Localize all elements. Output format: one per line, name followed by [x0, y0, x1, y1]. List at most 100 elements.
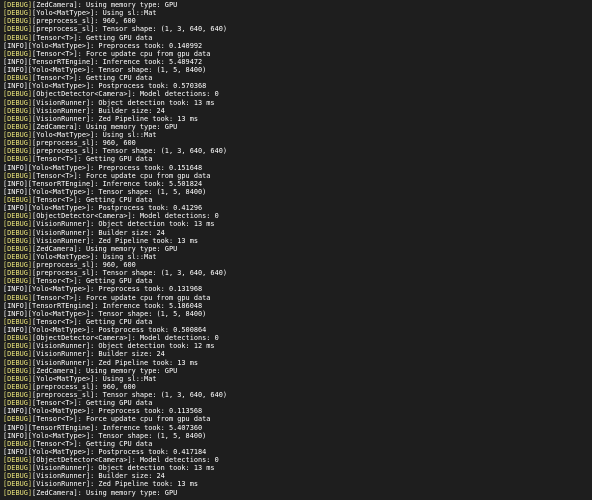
log-line: [INFO][Yolo<MatType>]: Preprocess took: … — [3, 164, 592, 172]
log-line: [INFO][Yolo<MatType>]: Postprocess took:… — [3, 82, 592, 90]
log-message: [TensorRTEngine]: Inference took: 5.4073… — [27, 423, 203, 432]
debug-level-tag: [DEBUG] — [3, 415, 33, 424]
info-level-tag: [INFO] — [3, 407, 28, 416]
log-message: [preprocess_sl]: 960, 600 — [32, 139, 136, 148]
info-level-tag: [INFO] — [3, 431, 28, 440]
terminal-output[interactable]: [DEBUG][ZedCamera]: Using memory type: G… — [0, 0, 592, 500]
debug-level-tag: [DEBUG] — [3, 139, 33, 148]
debug-level-tag: [DEBUG] — [3, 1, 33, 9]
log-message: [Tensor<T>]: Force update cpu from gpu d… — [32, 415, 211, 424]
log-line: [INFO][Yolo<MatType>]: Preprocess took: … — [3, 285, 592, 293]
debug-level-tag: [DEBUG] — [3, 25, 33, 34]
debug-level-tag: [DEBUG] — [3, 488, 33, 497]
log-line: [INFO][Yolo<MatType>]: Preprocess took: … — [3, 407, 592, 415]
debug-level-tag: [DEBUG] — [3, 472, 33, 481]
log-line: [DEBUG][Tensor<T>]: Force update cpu fro… — [3, 172, 592, 180]
debug-level-tag: [DEBUG] — [3, 114, 33, 123]
log-line: [DEBUG][VisionRunner]: Object detection … — [3, 342, 592, 350]
log-message: [ObjectDetector<Camera>]: Model detectio… — [32, 212, 219, 221]
log-message: [VisionRunner]: Zed Pipeline took: 13 ms — [32, 236, 198, 245]
log-line: [DEBUG][VisionRunner]: Builder size: 24 — [3, 107, 592, 115]
debug-level-tag: [DEBUG] — [3, 236, 33, 245]
log-line: [DEBUG][Yolo<MatType>]: Using sl::Mat — [3, 253, 592, 261]
info-level-tag: [INFO] — [3, 301, 28, 310]
log-line: [DEBUG][Tensor<T>]: Force update cpu fro… — [3, 294, 592, 302]
debug-level-tag: [DEBUG] — [3, 147, 33, 156]
log-message: [VisionRunner]: Builder size: 24 — [32, 350, 165, 359]
debug-level-tag: [DEBUG] — [3, 261, 33, 269]
debug-level-tag: [DEBUG] — [3, 98, 33, 107]
log-line: [DEBUG][VisionRunner]: Builder size: 24 — [3, 229, 592, 237]
log-message: [VisionRunner]: Object detection took: 1… — [32, 342, 215, 351]
log-line: [INFO][Yolo<MatType>]: Postprocess took:… — [3, 326, 592, 334]
log-message: [VisionRunner]: Zed Pipeline took: 13 ms — [32, 114, 198, 123]
log-line: [DEBUG][Tensor<T>]: Getting CPU data — [3, 318, 592, 326]
log-line: [DEBUG][Tensor<T>]: Getting CPU data — [3, 74, 592, 82]
log-line: [DEBUG][ZedCamera]: Using memory type: G… — [3, 123, 592, 131]
log-message: [Yolo<MatType>]: Preprocess took: 0.1135… — [27, 407, 203, 416]
log-line: [INFO][TensorRTEngine]: Inference took: … — [3, 302, 592, 310]
debug-level-tag: [DEBUG] — [3, 334, 33, 343]
info-level-tag: [INFO] — [3, 82, 28, 91]
log-line: [DEBUG][Yolo<MatType>]: Using sl::Mat — [3, 375, 592, 383]
log-message: [Yolo<MatType>]: Tensor shape: (1, 5, 84… — [27, 309, 207, 318]
log-message: [VisionRunner]: Builder size: 24 — [32, 472, 165, 481]
log-line: [INFO][Yolo<MatType>]: Tensor shape: (1,… — [3, 432, 592, 440]
log-message: [ObjectDetector<Camera>]: Model detectio… — [32, 90, 219, 99]
log-message: [preprocess_sl]: 960, 600 — [32, 382, 136, 391]
log-message: [Tensor<T>]: Getting GPU data — [32, 277, 153, 286]
log-line: [DEBUG][Yolo<MatType>]: Using sl::Mat — [3, 131, 592, 139]
log-line: [DEBUG][VisionRunner]: Zed Pipeline took… — [3, 359, 592, 367]
debug-level-tag: [DEBUG] — [3, 9, 33, 18]
debug-level-tag: [DEBUG] — [3, 317, 33, 326]
log-message: [Tensor<T>]: Getting GPU data — [32, 399, 153, 408]
log-message: [ObjectDetector<Camera>]: Model detectio… — [32, 456, 219, 464]
log-message: [ZedCamera]: Using memory type: GPU — [32, 122, 178, 131]
info-level-tag: [INFO] — [3, 326, 28, 334]
log-line: [DEBUG][Yolo<MatType>]: Using sl::Mat — [3, 9, 592, 17]
log-line: [DEBUG][Tensor<T>]: Getting CPU data — [3, 196, 592, 204]
debug-level-tag: [DEBUG] — [3, 244, 33, 253]
log-line: [INFO][TensorRTEngine]: Inference took: … — [3, 58, 592, 66]
info-level-tag: [INFO] — [3, 309, 28, 318]
log-line: [DEBUG][Tensor<T>]: Getting GPU data — [3, 399, 592, 407]
log-line: [INFO][Yolo<MatType>]: Tensor shape: (1,… — [3, 66, 592, 74]
log-line: [DEBUG][ZedCamera]: Using memory type: G… — [3, 367, 592, 375]
log-line: [DEBUG][Tensor<T>]: Force update cpu fro… — [3, 50, 592, 58]
debug-level-tag: [DEBUG] — [3, 90, 33, 99]
log-message: [Yolo<MatType>]: Using sl::Mat — [32, 9, 157, 18]
info-level-tag: [INFO] — [3, 41, 28, 50]
debug-level-tag: [DEBUG] — [3, 212, 33, 221]
log-line: [DEBUG][ZedCamera]: Using memory type: G… — [3, 245, 592, 253]
log-message: [TensorRTEngine]: Inference took: 5.1860… — [27, 301, 203, 310]
debug-level-tag: [DEBUG] — [3, 350, 33, 359]
log-message: [Yolo<MatType>]: Postprocess took: 0.417… — [27, 447, 207, 456]
log-line: [DEBUG][preprocess_sl]: 960, 600 — [3, 17, 592, 25]
log-message: [preprocess_sl]: 960, 600 — [32, 261, 136, 269]
info-level-tag: [INFO] — [3, 163, 28, 172]
debug-level-tag: [DEBUG] — [3, 196, 33, 204]
info-level-tag: [INFO] — [3, 66, 28, 74]
debug-level-tag: [DEBUG] — [3, 399, 33, 408]
debug-level-tag: [DEBUG] — [3, 293, 33, 302]
log-line: [INFO][Yolo<MatType>]: Preprocess took: … — [3, 42, 592, 50]
log-message: [TensorRTEngine]: Inference took: 5.5018… — [27, 179, 203, 188]
debug-level-tag: [DEBUG] — [3, 49, 33, 58]
log-message: [Yolo<MatType>]: Tensor shape: (1, 5, 84… — [27, 431, 207, 440]
debug-level-tag: [DEBUG] — [3, 277, 33, 286]
log-line: [DEBUG][ZedCamera]: Using memory type: G… — [3, 1, 592, 9]
log-line: [DEBUG][VisionRunner]: Object detection … — [3, 464, 592, 472]
debug-level-tag: [DEBUG] — [3, 155, 33, 164]
log-line: [DEBUG][ObjectDetector<Camera>]: Model d… — [3, 90, 592, 98]
debug-level-tag: [DEBUG] — [3, 228, 33, 237]
debug-level-tag: [DEBUG] — [3, 439, 33, 448]
log-message: [VisionRunner]: Builder size: 24 — [32, 228, 165, 237]
log-message: [Yolo<MatType>]: Postprocess took: 0.570… — [27, 82, 207, 91]
log-message: [ZedCamera]: Using memory type: GPU — [32, 244, 178, 253]
log-message: [Tensor<T>]: Getting CPU data — [32, 74, 153, 83]
log-line: [INFO][Yolo<MatType>]: Postprocess took:… — [3, 448, 592, 456]
log-line: [INFO][Yolo<MatType>]: Tensor shape: (1,… — [3, 188, 592, 196]
log-line: [DEBUG][VisionRunner]: Zed Pipeline took… — [3, 237, 592, 245]
log-message: [Yolo<MatType>]: Tensor shape: (1, 5, 84… — [27, 66, 207, 74]
debug-level-tag: [DEBUG] — [3, 269, 33, 278]
